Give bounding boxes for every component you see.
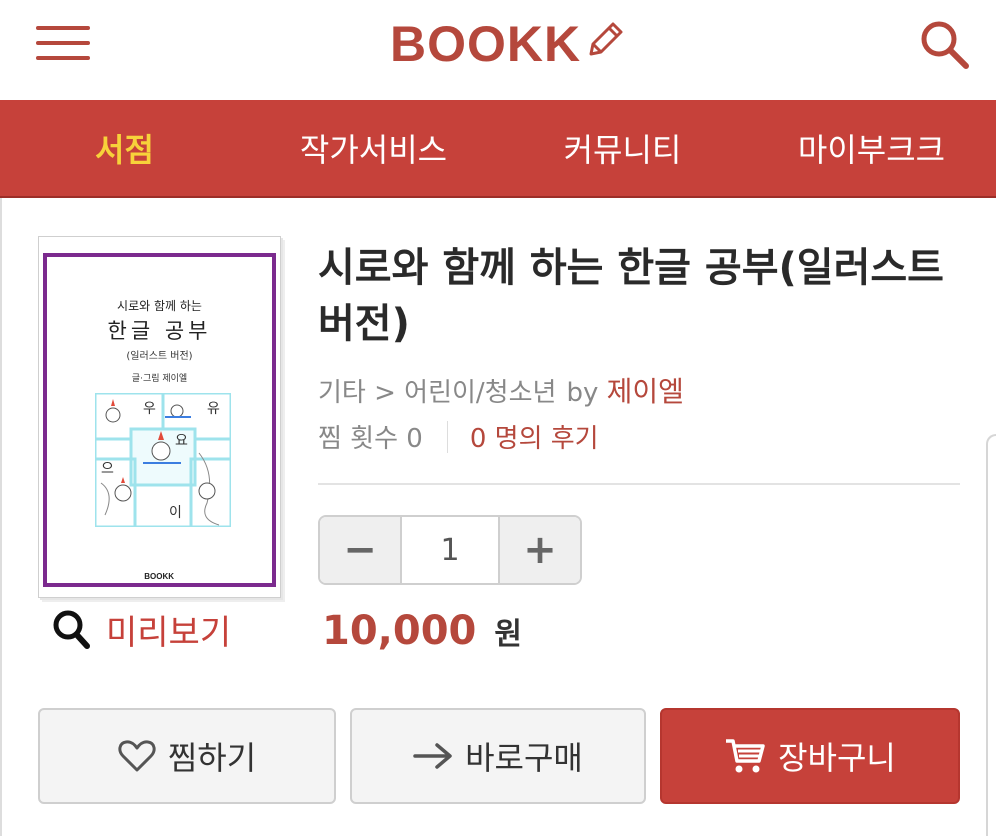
arrow-right-icon [413, 741, 453, 771]
svg-text:이: 이 [169, 505, 182, 521]
stats-divider [446, 420, 448, 453]
bookk-logo[interactable]: BOOKK [390, 14, 625, 74]
main-nav: 서점 작가서비스 커뮤니티 마이부크크 [0, 100, 996, 198]
buy-now-label: 바로구매 [465, 739, 583, 777]
price-unit: 원 [494, 617, 522, 652]
cover-edition: (일러스트 버전) [126, 351, 193, 362]
preview-label: 미리보기 [106, 612, 232, 653]
wishlist-label: 찜하기 [167, 739, 257, 777]
quantity-value[interactable]: 1 [400, 517, 500, 583]
quantity-increase-button[interactable]: + [500, 517, 580, 583]
cart-label: 장바구니 [778, 739, 896, 777]
app-header: BOOKK [0, 0, 996, 100]
quantity-stepper: − 1 + [318, 515, 582, 585]
cart-icon [724, 737, 766, 775]
price: 10,000 원 [322, 608, 522, 654]
heart-icon [118, 739, 156, 773]
cover-title: 한글 공부 [107, 319, 212, 343]
nav-item-bookstore[interactable]: 서점 [0, 100, 249, 196]
svg-text:유: 유 [207, 401, 220, 417]
preview-button[interactable]: 미리보기 [52, 604, 231, 654]
wish-count: 찜 횟수 0 [318, 424, 423, 454]
section-divider [318, 483, 960, 485]
wishlist-button[interactable]: 찜하기 [38, 708, 336, 804]
cover-author-line: 글·그림 제이엘 [131, 374, 188, 384]
cover-brand: BOOKK [144, 572, 174, 581]
hamburger-menu-icon[interactable] [36, 26, 90, 62]
buy-now-button[interactable]: 바로구매 [350, 708, 646, 804]
book-cover[interactable]: 시로와 함께 하는 한글 공부 (일러스트 버전) 글·그림 제이엘 우 유 요… [38, 236, 281, 598]
logo-text: BOOKK [390, 16, 582, 72]
cover-subtitle: 시로와 함께 하는 [117, 299, 202, 313]
nav-item-my-bookk[interactable]: 마이부크크 [747, 100, 996, 196]
book-stats: 찜 횟수 0 0 명의 후기 [318, 418, 599, 455]
svg-text:으: 으 [101, 461, 114, 477]
reviews-link[interactable]: 0 명의 후기 [470, 418, 599, 455]
cover-illustration: 우 유 요 으 이 [95, 393, 231, 527]
book-title: 시로와 함께 하는 한글 공부(일러스트 버전) [318, 245, 944, 347]
search-icon[interactable] [918, 18, 970, 70]
book-category[interactable]: 기타 > 어린이/청소년 [318, 378, 556, 408]
svg-text:요: 요 [175, 433, 188, 449]
quantity-decrease-button[interactable]: − [320, 517, 400, 583]
price-amount: 10,000 [322, 608, 477, 654]
add-to-cart-button[interactable]: 장바구니 [660, 708, 960, 804]
pencil-icon [589, 22, 623, 56]
svg-text:우: 우 [143, 401, 156, 417]
scroll-edge [986, 434, 996, 836]
search-icon [53, 610, 90, 649]
nav-item-author-services[interactable]: 작가서비스 [249, 100, 498, 196]
book-category-line: 기타 > 어린이/청소년 by 제이엘 [318, 370, 684, 410]
book-author[interactable]: 제이엘 [607, 375, 684, 408]
cover-frame: 시로와 함께 하는 한글 공부 (일러스트 버전) 글·그림 제이엘 우 유 요… [43, 253, 276, 587]
nav-item-community[interactable]: 커뮤니티 [498, 100, 747, 196]
by-label: by [566, 378, 599, 408]
